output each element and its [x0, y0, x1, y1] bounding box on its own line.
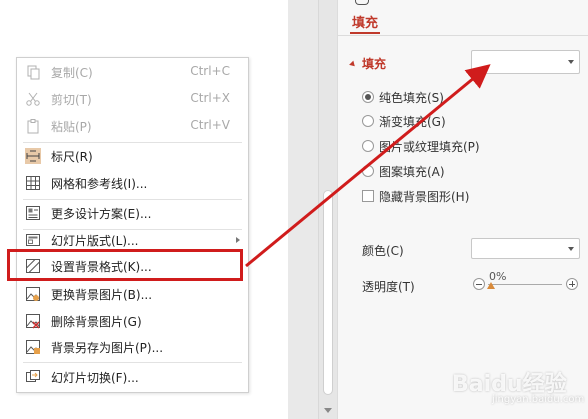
- transparency-label: 透明度(T): [362, 280, 415, 294]
- menu-item-label: 背景另存为图片(P)...: [51, 341, 164, 355]
- radio-pattern-fill[interactable]: 图案填充(A): [362, 162, 445, 180]
- menu-item-label: 粘贴(P): [51, 120, 92, 134]
- radio-solid-fill[interactable]: 纯色填充(S): [362, 88, 444, 106]
- radio-label: 图案填充(A): [379, 164, 445, 179]
- ruler-icon: [25, 148, 41, 164]
- menu-item-label: 幻灯片切换(F)...: [51, 371, 139, 385]
- save-bg-image-icon: [26, 340, 40, 354]
- menu-item-label: 标尺(R): [51, 150, 93, 164]
- scrollbar-thumb[interactable]: [323, 190, 333, 395]
- menu-separator: [23, 142, 242, 143]
- fill-bucket-icon: [355, 0, 369, 5]
- submenu-arrow-icon: [236, 237, 240, 243]
- menu-item-change-background-image[interactable]: 更换背景图片(B)...: [17, 282, 248, 306]
- scissors-icon: [26, 92, 40, 106]
- chevron-down-icon: [568, 246, 574, 251]
- delete-bg-image-icon: [26, 314, 40, 329]
- radio-button[interactable]: [362, 115, 374, 127]
- radio-gradient-fill[interactable]: 渐变填充(G): [362, 112, 446, 130]
- menu-item-save-background-as-image[interactable]: 背景另存为图片(P)...: [17, 335, 248, 359]
- radio-button[interactable]: [362, 165, 374, 177]
- menu-item-slide-transition[interactable]: 幻灯片切换(F)...: [17, 365, 248, 389]
- menu-item-cut[interactable]: 剪切(T) Ctrl+X: [17, 87, 248, 111]
- radio-button[interactable]: [362, 91, 374, 103]
- design-icon: [26, 206, 40, 220]
- increase-transparency-button[interactable]: [566, 278, 578, 290]
- menu-item-label: 幻灯片版式(L)...: [51, 234, 139, 248]
- watermark-url: jingyan.baidu.com: [492, 394, 585, 405]
- chevron-down-icon: [568, 60, 574, 64]
- transparency-slider-thumb[interactable]: [487, 282, 495, 289]
- menu-item-label: 复制(C): [51, 66, 93, 80]
- menu-item-ruler[interactable]: 标尺(R): [17, 144, 248, 168]
- menu-item-paste[interactable]: 粘贴(P) Ctrl+V: [17, 114, 248, 138]
- collapse-triangle-icon: [349, 60, 357, 69]
- menu-item-label: 删除背景图片(G): [51, 315, 142, 329]
- menu-separator: [23, 362, 242, 363]
- change-bg-image-icon: [26, 287, 40, 301]
- checkbox-hide-background-graphics[interactable]: 隐藏背景图形(H): [362, 187, 469, 205]
- paste-icon: [27, 119, 39, 134]
- context-menu: 复制(C) Ctrl+C 剪切(T) Ctrl+X 粘贴(P) Ctrl+V 标…: [16, 57, 249, 393]
- menu-item-grid-guides[interactable]: 网格和参考线(I)...: [17, 171, 248, 195]
- tab-fill[interactable]: 填充: [352, 12, 378, 31]
- panel-divider: [338, 35, 588, 36]
- menu-item-shortcut: Ctrl+V: [190, 118, 230, 132]
- copy-icon: [27, 65, 40, 80]
- fill-section-title: 填充: [362, 57, 387, 71]
- grid-icon: [26, 176, 40, 190]
- menu-item-more-designs[interactable]: 更多设计方案(E)...: [17, 201, 248, 225]
- menu-item-shortcut: Ctrl+X: [190, 91, 230, 105]
- tab-active-underline: [350, 32, 380, 34]
- layout-icon: [26, 234, 40, 246]
- scroll-down-arrow-icon[interactable]: [324, 408, 332, 413]
- menu-item-label: 更换背景图片(B)...: [51, 288, 153, 302]
- menu-item-shortcut: Ctrl+C: [190, 64, 230, 78]
- transition-icon: [26, 370, 40, 382]
- radio-picture-texture-fill[interactable]: 图片或纹理填充(P): [362, 137, 480, 155]
- menu-item-delete-background-image[interactable]: 删除背景图片(G): [17, 309, 248, 333]
- transparency-slider-track[interactable]: [488, 284, 562, 285]
- checkbox[interactable]: [362, 190, 374, 202]
- radio-button[interactable]: [362, 140, 374, 152]
- radio-label: 图片或纹理填充(P): [379, 139, 480, 154]
- menu-item-label: 网格和参考线(I)...: [51, 177, 148, 191]
- color-label: 颜色(C): [362, 244, 404, 258]
- menu-item-label: 剪切(T): [51, 93, 92, 107]
- color-dropdown[interactable]: [471, 238, 580, 259]
- radio-label: 渐变填充(G): [379, 114, 446, 129]
- checkbox-label: 隐藏背景图形(H): [379, 189, 470, 204]
- fill-color-dropdown[interactable]: [471, 50, 580, 74]
- menu-item-copy[interactable]: 复制(C) Ctrl+C: [17, 60, 248, 84]
- menu-item-label: 更多设计方案(E)...: [51, 207, 152, 221]
- vertical-scrollbar[interactable]: [318, 0, 337, 419]
- highlight-annotation-box: [7, 249, 243, 281]
- radio-label: 纯色填充(S): [379, 90, 444, 105]
- fill-section-header[interactable]: 填充: [349, 55, 387, 72]
- format-background-panel: 填充 填充 纯色填充(S) 渐变填充(G) 图片或纹理填充(P) 图案填充(A)…: [337, 0, 588, 419]
- workspace-gutter: [288, 0, 318, 419]
- menu-separator: [23, 199, 242, 200]
- decrease-transparency-button[interactable]: [473, 278, 485, 290]
